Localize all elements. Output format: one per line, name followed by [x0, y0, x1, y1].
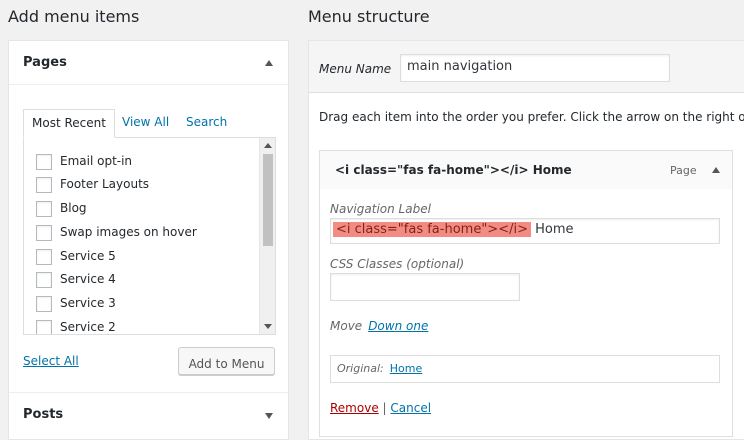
menu-name-label: Menu Name — [319, 62, 392, 76]
css-classes-input[interactable] — [330, 273, 520, 301]
page-checkbox[interactable] — [36, 177, 52, 193]
original-link-box: Original: Home — [330, 355, 720, 383]
list-item: Email opt-in — [36, 153, 256, 171]
css-classes-label: CSS Classes (optional) — [330, 257, 465, 271]
list-item: Footer Layouts — [36, 176, 256, 194]
list-item: Blog — [36, 200, 256, 218]
pages-panel-title: Pages — [23, 55, 67, 70]
scroll-up-arrow-icon[interactable] — [264, 143, 272, 148]
navigation-label-rest: Home — [530, 222, 574, 237]
drag-instructions: Drag each item into the order you prefer… — [319, 110, 744, 124]
menu-structure-heading: Menu structure — [308, 7, 430, 26]
add-menu-items-column: Add menu items Pages Most Recent View Al… — [0, 0, 296, 440]
list-item: Service 4 — [36, 271, 256, 289]
posts-panel-title: Posts — [23, 407, 64, 422]
page-label[interactable]: Footer Layouts — [60, 177, 149, 191]
page-label[interactable]: Swap images on hover — [60, 225, 197, 239]
menu-management-panel: Menu Name main navigation Drag each item… — [308, 40, 744, 440]
menu-item-type: Page — [670, 164, 697, 177]
page-checkbox[interactable] — [36, 296, 52, 312]
list-item: Service 3 — [36, 295, 256, 313]
highlighted-html-text: <i class="fas fa-home"></i> — [333, 222, 531, 237]
list-item: Swap images on hover — [36, 224, 256, 242]
list-item: Service 2 — [36, 319, 256, 334]
scrollbar-thumb[interactable] — [263, 154, 273, 246]
pages-panel-header[interactable]: Pages — [9, 41, 288, 85]
remove-link[interactable]: Remove — [330, 401, 379, 415]
menu-item-title: <i class="fas fa-home"></i> Home — [335, 163, 572, 177]
menu-name-input[interactable]: main navigation — [400, 54, 670, 82]
add-to-menu-button[interactable]: Add to Menu — [178, 347, 275, 375]
menu-item-settings: Navigation Label <i class="fas fa-home">… — [319, 189, 733, 437]
action-separator: | — [382, 401, 387, 415]
tab-search[interactable]: Search — [178, 109, 235, 137]
navigation-label-input[interactable]: <i class="fas fa-home"></i> Home — [330, 218, 720, 244]
expand-arrow-icon[interactable] — [265, 413, 273, 419]
page-checkbox[interactable] — [36, 272, 52, 288]
page-label[interactable]: Service 4 — [60, 272, 116, 286]
page-checkbox[interactable] — [36, 320, 52, 334]
page-checkbox[interactable] — [36, 225, 52, 241]
page-checkbox[interactable] — [36, 154, 52, 170]
move-row: Move Down one — [330, 319, 428, 333]
collapse-arrow-icon[interactable] — [265, 60, 273, 66]
original-label: Original: — [337, 362, 384, 375]
page-label[interactable]: Blog — [60, 201, 87, 215]
navigation-label-label: Navigation Label — [330, 202, 431, 216]
pages-tabs: Most Recent View All Search — [23, 109, 285, 138]
pages-list-scrollbar[interactable] — [259, 138, 275, 334]
page-checkbox[interactable] — [36, 201, 52, 217]
original-home-link[interactable]: Home — [390, 362, 422, 375]
menu-name-header: Menu Name main navigation — [309, 41, 744, 93]
page-label[interactable]: Email opt-in — [60, 154, 132, 168]
item-collapse-arrow-icon[interactable] — [712, 167, 720, 173]
tab-view-all[interactable]: View All — [114, 109, 177, 137]
menu-item-home-bar[interactable]: <i class="fas fa-home"></i> Home Page — [319, 150, 733, 190]
pages-list-panel: Email opt-in Footer Layouts Blog Swap im… — [23, 137, 276, 335]
scroll-down-arrow-icon[interactable] — [264, 324, 272, 329]
item-actions: Remove | Cancel — [330, 401, 431, 415]
cancel-link[interactable]: Cancel — [390, 401, 431, 415]
posts-panel-header[interactable]: Posts — [9, 392, 288, 440]
page-checkbox[interactable] — [36, 249, 52, 265]
select-all-link[interactable]: Select All — [23, 354, 79, 368]
move-down-one-link[interactable]: Down one — [368, 319, 428, 333]
page-label[interactable]: Service 5 — [60, 249, 116, 263]
add-menu-items-heading: Add menu items — [8, 7, 140, 26]
tab-most-recent[interactable]: Most Recent — [23, 109, 115, 138]
move-label: Move — [330, 319, 363, 333]
menu-structure-column: Menu structure Menu Name main navigation… — [300, 0, 744, 440]
page-label[interactable]: Service 3 — [60, 296, 116, 310]
page-label[interactable]: Service 2 — [60, 320, 116, 334]
menu-items-accordion: Pages Most Recent View All Search Email … — [8, 40, 289, 440]
list-item: Service 5 — [36, 248, 256, 266]
